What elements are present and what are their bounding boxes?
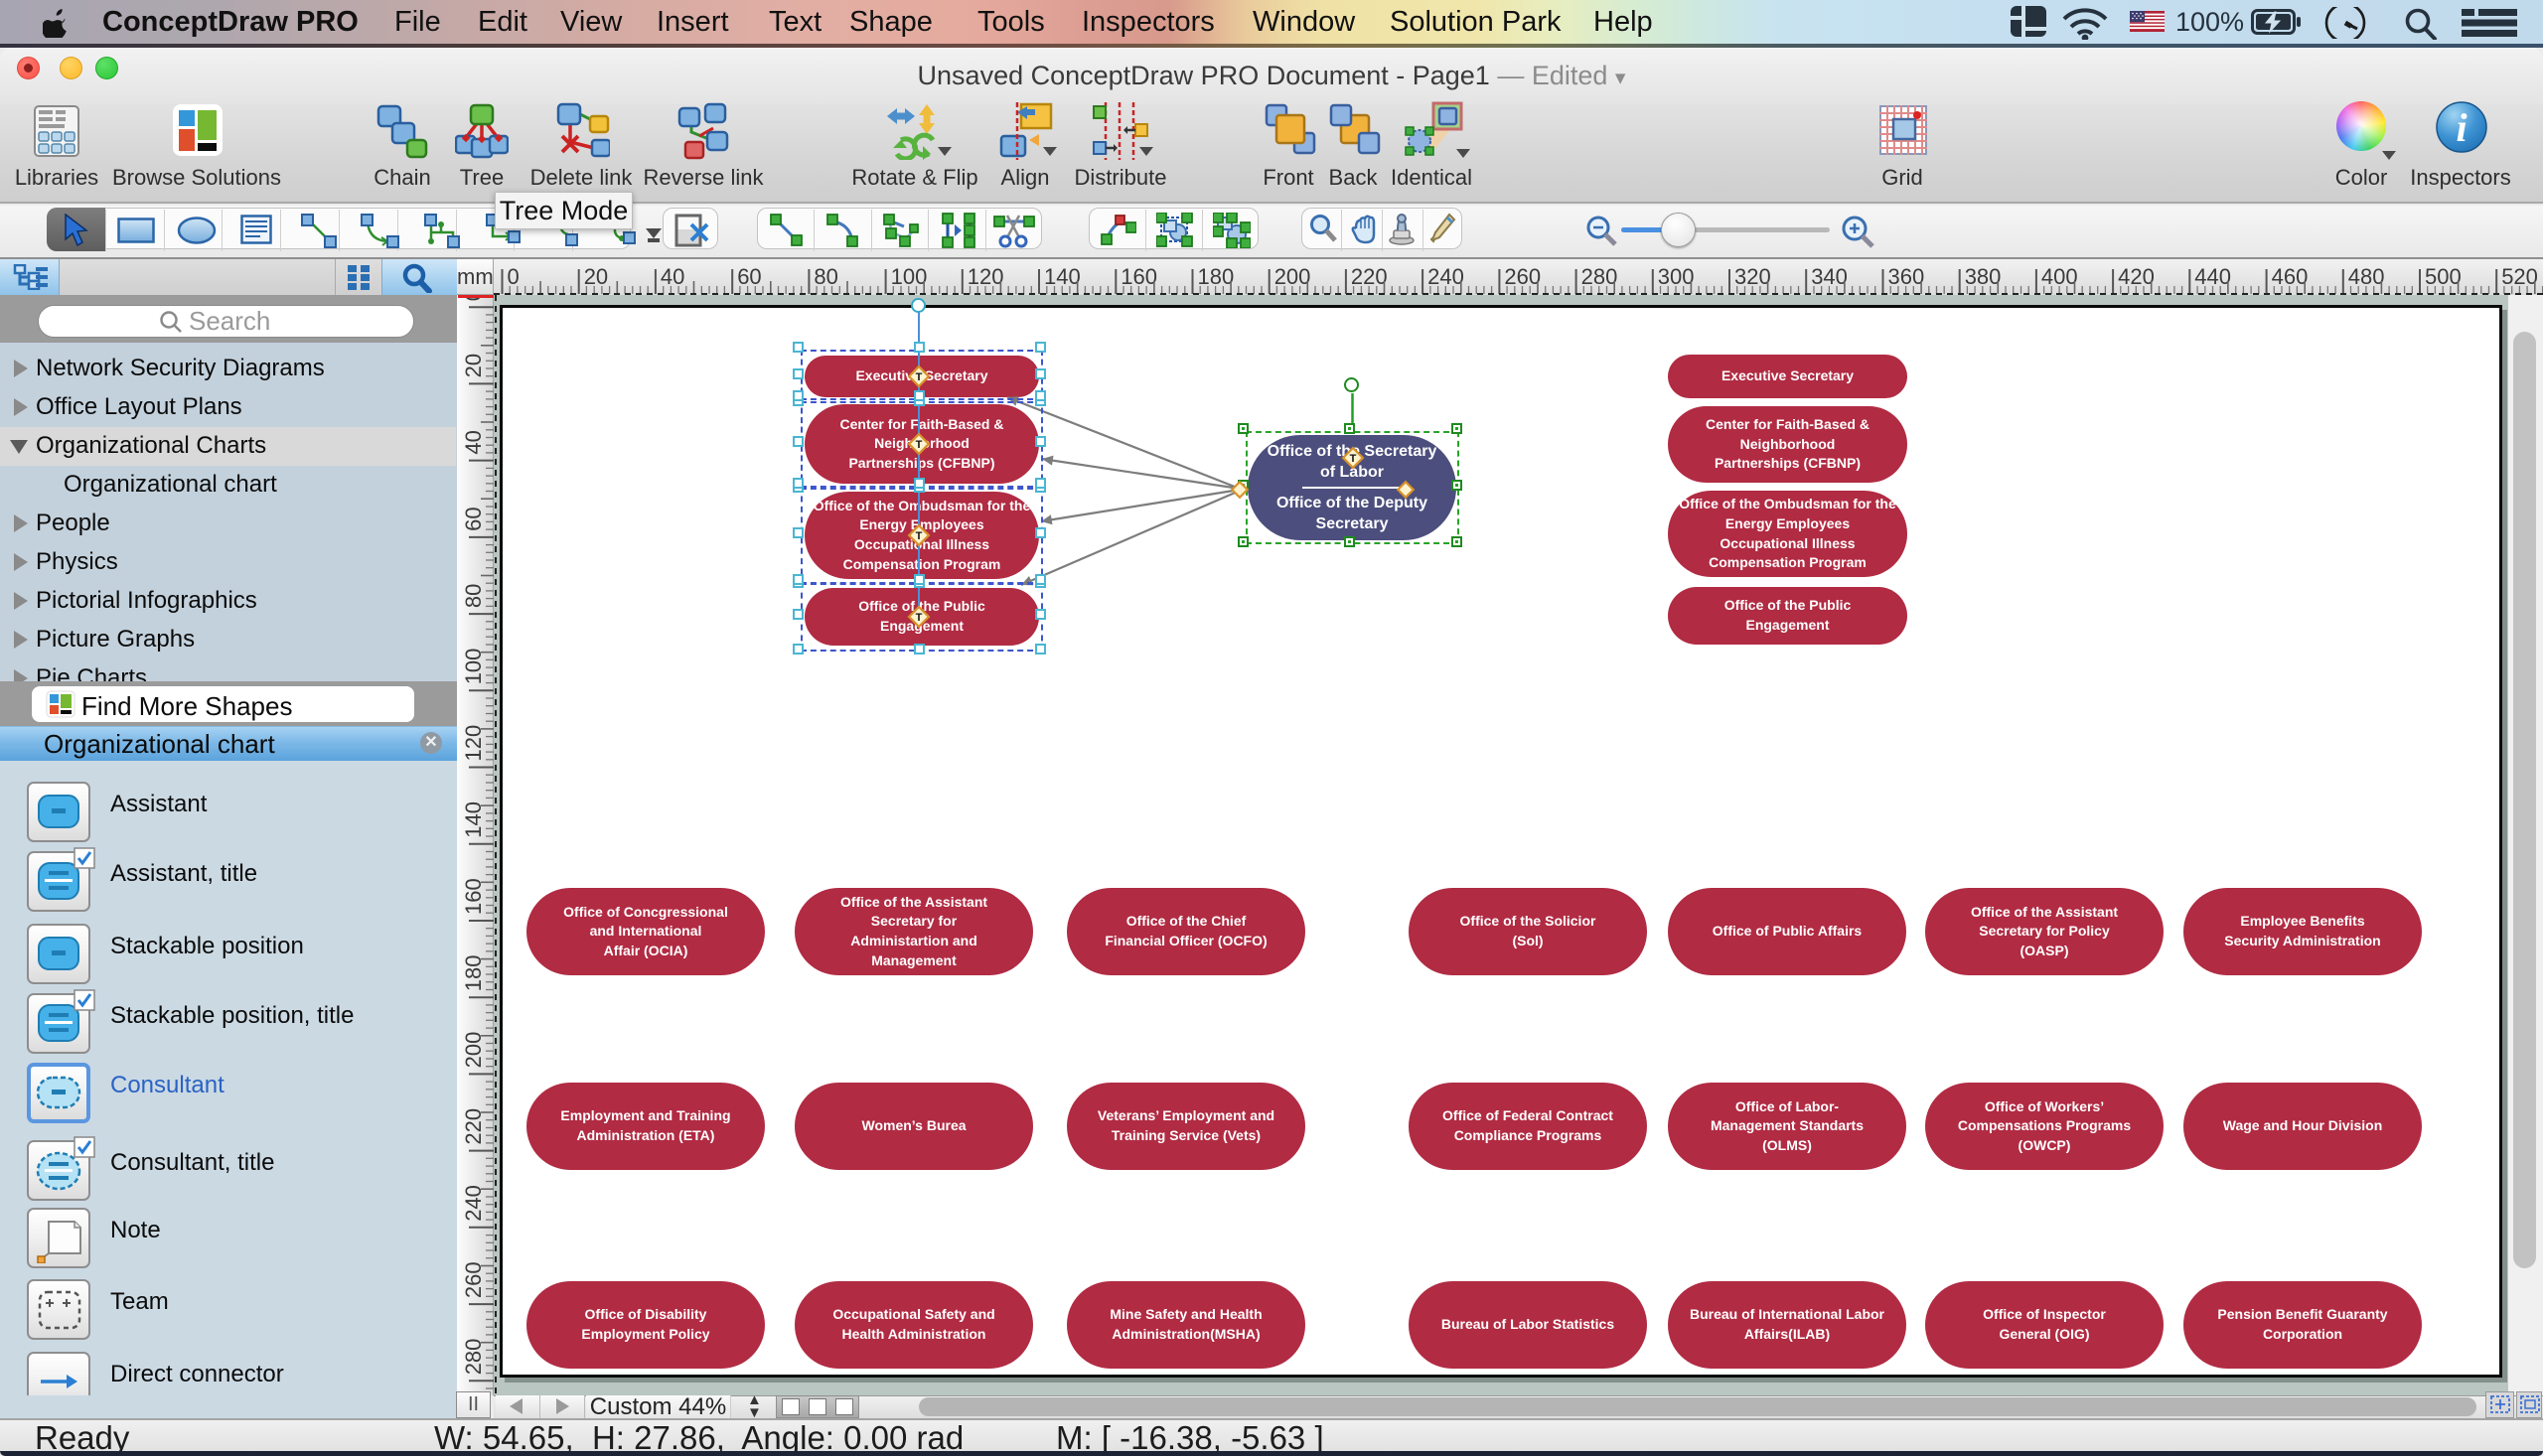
svg-text:100: 100 [891,264,928,289]
svg-text:220: 220 [1351,264,1388,289]
svg-text:240: 240 [461,1185,486,1222]
svg-text:T: T [1350,453,1357,465]
svg-text:i: i [2456,105,2467,150]
svg-text:20: 20 [584,264,608,289]
svg-text:160: 160 [461,878,486,915]
svg-text:400: 400 [2041,264,2078,289]
svg-text:440: 440 [2194,264,2231,289]
svg-text:360: 360 [1888,264,1925,289]
svg-text:520: 520 [2501,264,2538,289]
svg-text:280: 280 [461,1339,486,1376]
svg-text:140: 140 [1044,264,1081,289]
svg-text:500: 500 [2425,264,2462,289]
svg-text:280: 280 [1581,264,1618,289]
svg-text:60: 60 [461,507,486,530]
svg-text:80: 80 [814,264,837,289]
svg-text:60: 60 [737,264,761,289]
svg-text:40: 40 [661,264,684,289]
svg-text:340: 340 [1811,264,1848,289]
svg-text:200: 200 [1274,264,1311,289]
svg-text:0: 0 [508,264,520,289]
svg-text:260: 260 [1504,264,1541,289]
svg-text:180: 180 [461,954,486,991]
svg-text:T: T [916,439,923,451]
svg-text:460: 460 [2272,264,2309,289]
svg-text:T: T [916,530,923,542]
svg-text:20: 20 [461,354,486,377]
svg-text:260: 260 [461,1261,486,1298]
svg-text:80: 80 [461,584,486,608]
svg-text:120: 120 [461,725,486,762]
svg-text:240: 240 [1427,264,1464,289]
svg-text:120: 120 [968,264,1004,289]
svg-text:320: 320 [1734,264,1771,289]
svg-text:160: 160 [1121,264,1157,289]
svg-text:220: 220 [461,1108,486,1145]
svg-text:100: 100 [461,649,486,685]
svg-text:180: 180 [1198,264,1235,289]
svg-text:380: 380 [1965,264,2002,289]
svg-text:T: T [916,371,923,383]
svg-text:420: 420 [2118,264,2155,289]
svg-text:300: 300 [1658,264,1695,289]
svg-text:480: 480 [2348,264,2385,289]
svg-text:T: T [916,612,923,624]
svg-text:200: 200 [461,1032,486,1069]
svg-text:40: 40 [461,430,486,454]
svg-text:140: 140 [461,801,486,838]
